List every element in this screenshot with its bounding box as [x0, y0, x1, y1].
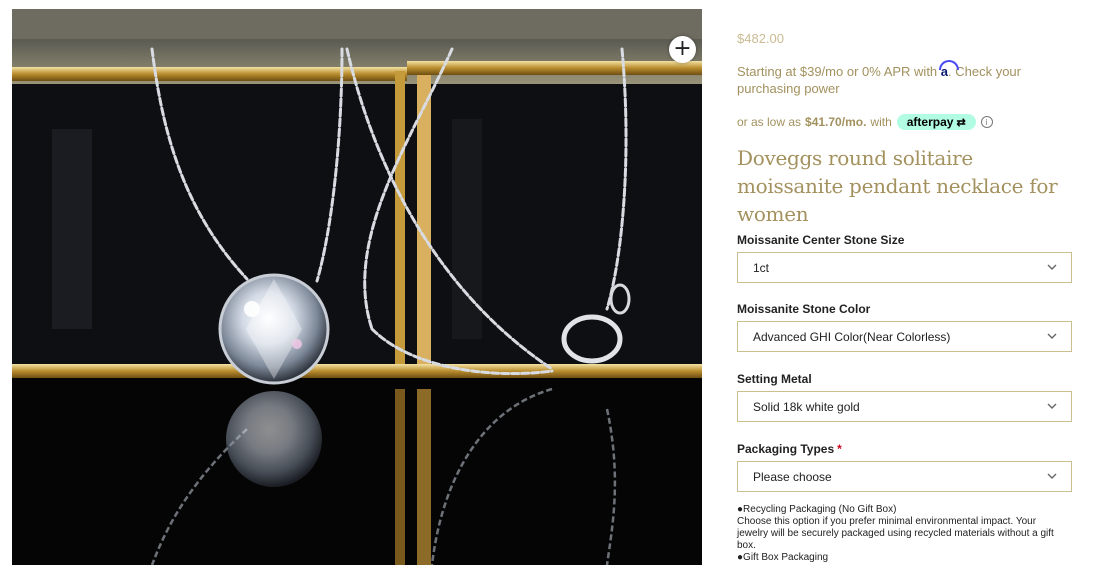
setting-metal-select[interactable]: Solid 18k white gold — [737, 391, 1072, 422]
packaging-option-giftbox-title: ●Gift Box Packaging — [737, 552, 829, 563]
chevron-down-icon — [1047, 333, 1057, 339]
afterpay-amount: $41.70/mo. — [805, 115, 867, 129]
stone-size-value: 1ct — [753, 261, 770, 275]
chevron-down-icon — [1047, 264, 1057, 270]
product-image[interactable]: + — [12, 9, 702, 565]
product-title: Doveggs round solitaire moissanite penda… — [737, 146, 1058, 226]
affirm-prefix: Starting at $39/mo or 0% APR with — [737, 64, 938, 79]
info-icon[interactable]: i — [980, 116, 993, 128]
affirm-logo: a — [938, 60, 960, 79]
afterpay-promo: or as low as $41.70/mo. with afterpay ⇄ … — [737, 114, 993, 130]
packaging-types-label-text: Packaging Types — [737, 442, 835, 456]
setting-metal-label: Setting Metal — [737, 372, 812, 386]
afterpay-badge[interactable]: afterpay ⇄ — [896, 114, 976, 130]
packaging-option-recycling-title: ●Recycling Packaging (No Gift Box) — [737, 504, 897, 515]
packaging-notes: ●Recycling Packaging (No Gift Box) Choos… — [737, 504, 1067, 564]
stone-size-label: Moissanite Center Stone Size — [737, 233, 905, 247]
setting-metal-value: Solid 18k white gold — [753, 400, 860, 414]
necklace-photo — [12, 9, 702, 565]
required-mark: * — [837, 442, 842, 456]
stone-color-value: Advanced GHI Color(Near Colorless) — [753, 330, 951, 344]
afterpay-logo: afterpay — [906, 115, 954, 129]
packaging-types-value: Please choose — [753, 470, 832, 484]
zoom-button[interactable]: + — [669, 36, 696, 63]
chevron-down-icon — [1047, 473, 1057, 479]
stone-color-label: Moissanite Stone Color — [737, 302, 871, 316]
packaging-types-select[interactable]: Please choose — [737, 461, 1072, 492]
afterpay-prefix: or as low as — [737, 115, 802, 129]
packaging-option-recycling-desc: Choose this option if you prefer minimal… — [737, 516, 1054, 551]
affirm-promo[interactable]: Starting at $39/mo or 0% APR with a. Che… — [737, 60, 1067, 97]
afterpay-with: with — [870, 115, 892, 129]
afterpay-arrows-icon: ⇄ — [956, 116, 966, 129]
price: $482.00 — [737, 31, 784, 46]
chevron-down-icon — [1047, 403, 1057, 409]
packaging-types-label: Packaging Types * — [737, 442, 842, 456]
stone-color-select[interactable]: Advanced GHI Color(Near Colorless) — [737, 321, 1072, 352]
stone-size-select[interactable]: 1ct — [737, 252, 1072, 283]
zoom-plus-icon: + — [673, 35, 692, 61]
